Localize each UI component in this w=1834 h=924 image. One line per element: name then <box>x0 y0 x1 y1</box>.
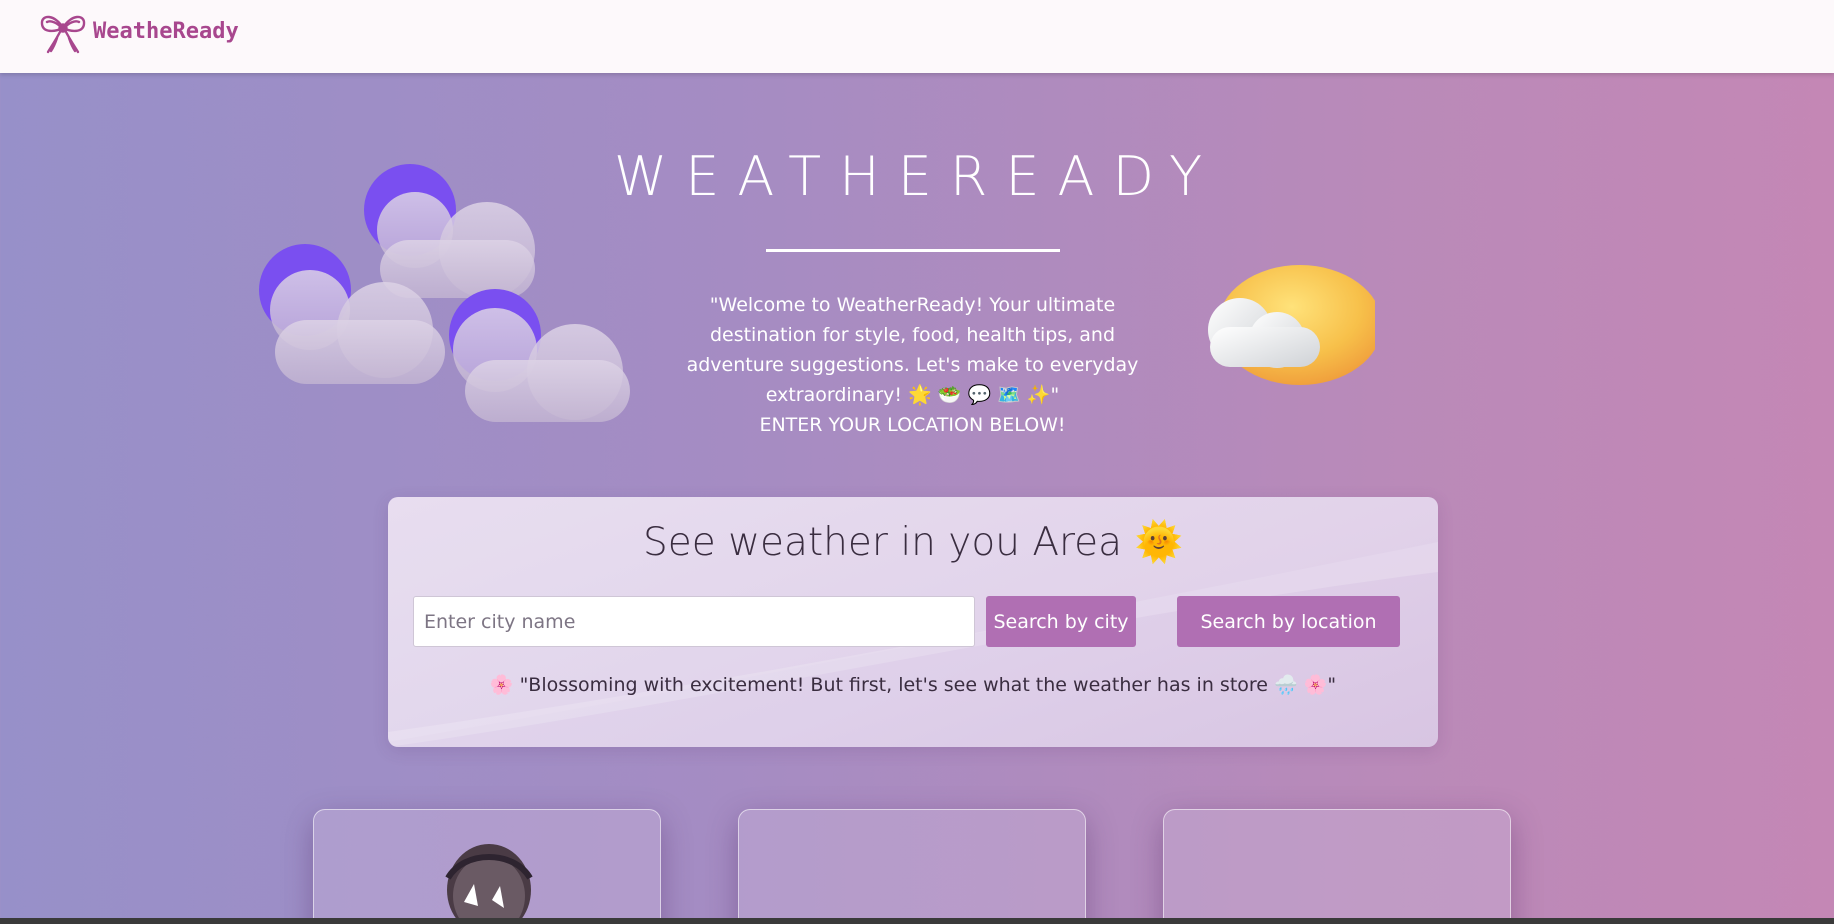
navbar: WeatheReady <box>0 0 1834 73</box>
title-divider <box>766 249 1060 252</box>
cloud-icon <box>453 308 630 422</box>
location-cta: ENTER YOUR LOCATION BELOW! <box>759 414 1066 436</box>
feature-card[interactable] <box>738 809 1086 924</box>
brand-link[interactable]: WeatheReady <box>37 8 239 56</box>
search-by-city-button[interactable]: Search by city <box>986 596 1136 647</box>
welcome-message: "Welcome to WeatherReady! Your ultimate … <box>686 294 1139 406</box>
sun-cloud-illustration <box>1208 265 1375 385</box>
feature-card[interactable] <box>313 809 661 924</box>
search-by-location-button[interactable]: Search by location <box>1177 596 1400 647</box>
card-image <box>886 918 942 924</box>
search-card-title-text: See weather in you Area <box>642 520 1123 565</box>
bottom-bar <box>0 918 1834 924</box>
search-card: See weather in you Area 🌞 Search by city… <box>388 497 1438 747</box>
city-search-input[interactable] <box>413 596 975 647</box>
welcome-text: "Welcome to WeatherReady! Your ultimate … <box>680 290 1145 440</box>
brand-name: WeatheReady <box>93 19 239 44</box>
avatar-illustration <box>445 844 533 924</box>
bow-icon <box>40 15 86 53</box>
card-quote: 🌸 "Blossoming with excitement! But first… <box>489 674 1337 696</box>
hero-title: WEATHEREADY <box>613 145 1221 208</box>
smiling-sun-icon: 🌞 <box>1134 520 1184 565</box>
search-card-title: See weather in you Area 🌞 <box>388 519 1438 565</box>
feature-card[interactable] <box>1163 809 1511 924</box>
